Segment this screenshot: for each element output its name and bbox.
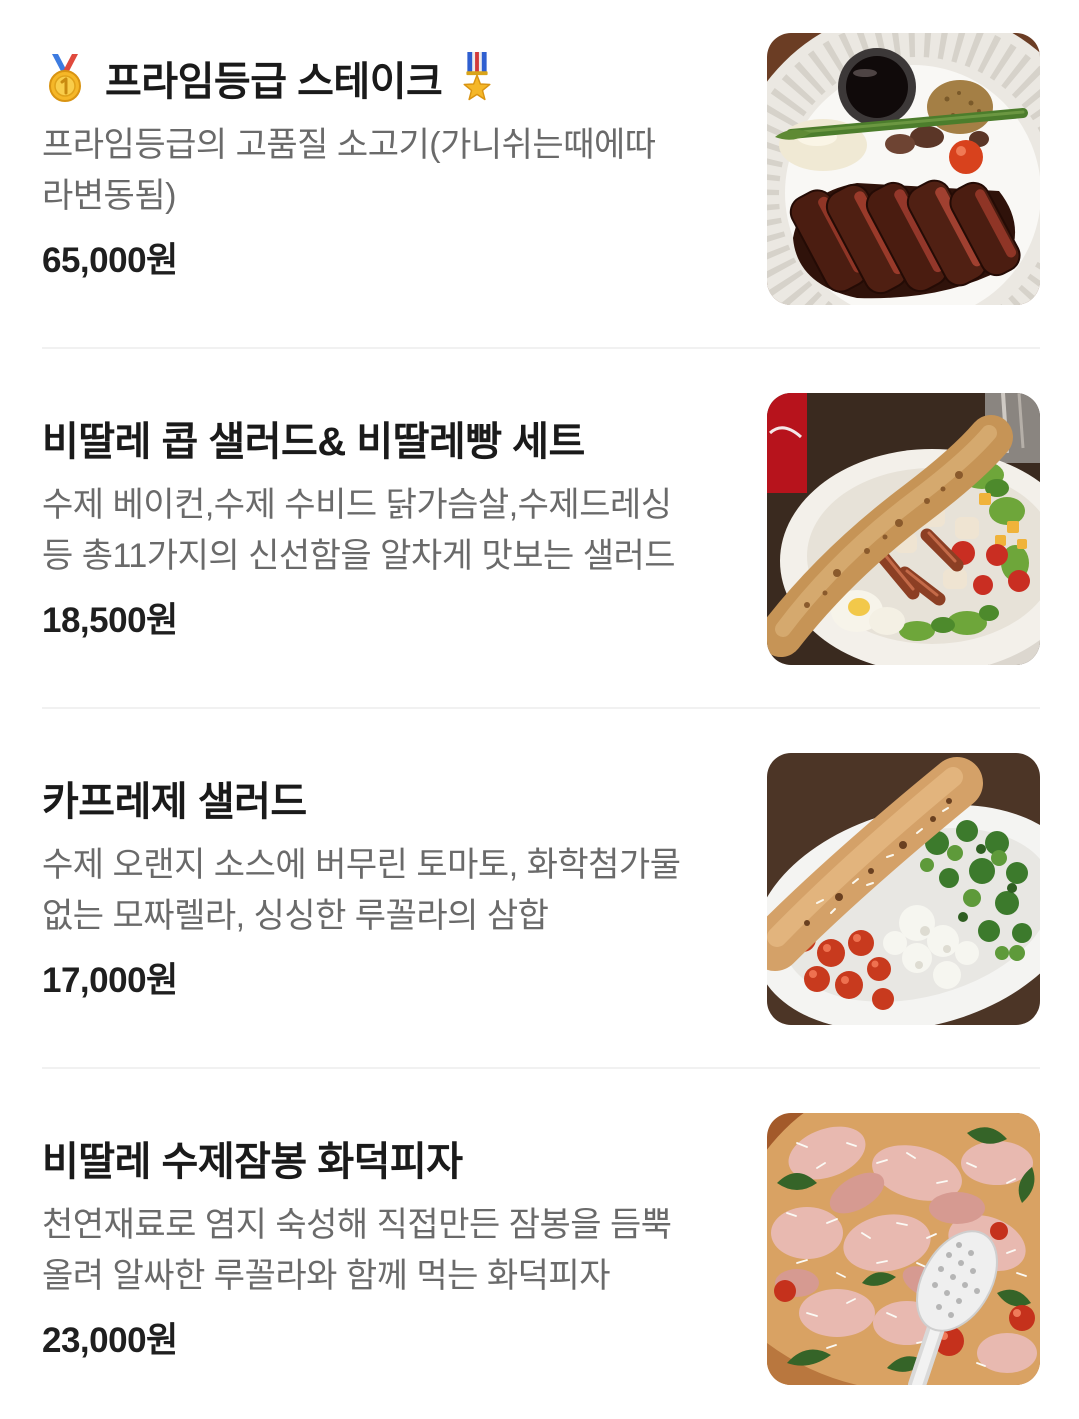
menu-item-description-line: 천연재료로 염지 숙성해 직접만든 잠봉을 듬뿍 — [42, 1206, 672, 1244]
menu-item[interactable]: 카프레제 샐러드 수제 오랜지 소스에 버무린 토마토, 화학첨가물 없는 모짜… — [42, 709, 1040, 1069]
menu-item-title: 비딸레 수제잠봉 화덕피자 — [42, 1140, 463, 1184]
menu-item-description: 수제 오랜지 소스에 버무린 토마토, 화학첨가물 없는 모짜렐라, 싱싱한 루… — [42, 840, 747, 942]
menu-item-description-line: 프라임등급의 고품질 소고기(가니쉬는때에따 — [42, 126, 656, 164]
menu-item-description-line: 등 총11가지의 신선함을 알차게 맛보는 샐러드 — [42, 537, 676, 575]
menu-item-description-line: 라변동됨) — [42, 177, 176, 215]
menu-item-info: 비딸레 콥 샐러드& 비딸레빵 세트 수제 베이컨,수제 수비드 닭가슴살,수제… — [42, 393, 747, 665]
menu-item-price: 65,000원 — [42, 241, 178, 280]
menu-item-photo[interactable] — [767, 753, 1040, 1025]
steak-photo — [767, 33, 1040, 305]
menu-item-info: 비딸레 수제잠봉 화덕피자 천연재료로 염지 숙성해 직접만든 잠봉을 듬뿍 올… — [42, 1113, 747, 1385]
menu-item-title: 카프레제 샐러드 — [42, 780, 307, 824]
menu-item-title-row: 카프레제 샐러드 — [42, 772, 747, 824]
menu-item-description-line: 수제 베이컨,수제 수비드 닭가슴살,수제드레싱 — [42, 486, 672, 524]
menu-item[interactable]: 프라임등급 스테이크 프라임등급의 고품질 소고기(가니쉬는때에따 라변동됨) … — [42, 0, 1040, 349]
menu-item-title-row: 프라임등급 스테이크 — [42, 52, 747, 104]
menu-item-info: 카프레제 샐러드 수제 오랜지 소스에 버무린 토마토, 화학첨가물 없는 모짜… — [42, 753, 747, 1025]
menu-item-title: 프라임등급 스테이크 — [105, 60, 443, 104]
menu-item-description: 수제 베이컨,수제 수비드 닭가슴살,수제드레싱 등 총11가지의 신선함을 알… — [42, 480, 747, 582]
menu-item-description-line: 수제 오랜지 소스에 버무린 토마토, 화학첨가물 — [42, 846, 681, 884]
menu-item-description: 프라임등급의 고품질 소고기(가니쉬는때에따 라변동됨) — [42, 120, 747, 222]
menu-list: 프라임등급 스테이크 프라임등급의 고품질 소고기(가니쉬는때에따 라변동됨) … — [0, 0, 1079, 1385]
menu-item-title: 비딸레 콥 샐러드& 비딸레빵 세트 — [42, 420, 585, 464]
menu-item-description: 천연재료로 염지 숙성해 직접만든 잠봉을 듬뿍 올려 알싸한 루꼴라와 함께 … — [42, 1200, 747, 1302]
menu-item-photo[interactable] — [767, 33, 1040, 305]
caprese-salad-photo — [767, 753, 1040, 1025]
menu-item[interactable]: 비딸레 콥 샐러드& 비딸레빵 세트 수제 베이컨,수제 수비드 닭가슴살,수제… — [42, 349, 1040, 709]
menu-item-price: 17,000원 — [42, 961, 178, 1000]
menu-item-title-row: 비딸레 콥 샐러드& 비딸레빵 세트 — [42, 412, 747, 464]
menu-item-price: 18,500원 — [42, 601, 178, 640]
military-medal-icon — [463, 52, 491, 101]
menu-item-price: 23,000원 — [42, 1321, 178, 1360]
menu-item-description-line: 없는 모짜렐라, 싱싱한 루꼴라의 삼합 — [42, 897, 549, 935]
menu-item-photo[interactable] — [767, 393, 1040, 665]
menu-item-description-line: 올려 알싸한 루꼴라와 함께 먹는 화덕피자 — [42, 1257, 611, 1295]
menu-item-info: 프라임등급 스테이크 프라임등급의 고품질 소고기(가니쉬는때에따 라변동됨) … — [42, 33, 747, 305]
gold-medal-icon — [49, 54, 81, 102]
menu-item-title-row: 비딸레 수제잠봉 화덕피자 — [42, 1132, 747, 1184]
cobb-salad-photo — [767, 393, 1040, 665]
pizza-photo — [767, 1113, 1040, 1385]
menu-item[interactable]: 비딸레 수제잠봉 화덕피자 천연재료로 염지 숙성해 직접만든 잠봉을 듬뿍 올… — [42, 1069, 1040, 1385]
menu-item-photo[interactable] — [767, 1113, 1040, 1385]
